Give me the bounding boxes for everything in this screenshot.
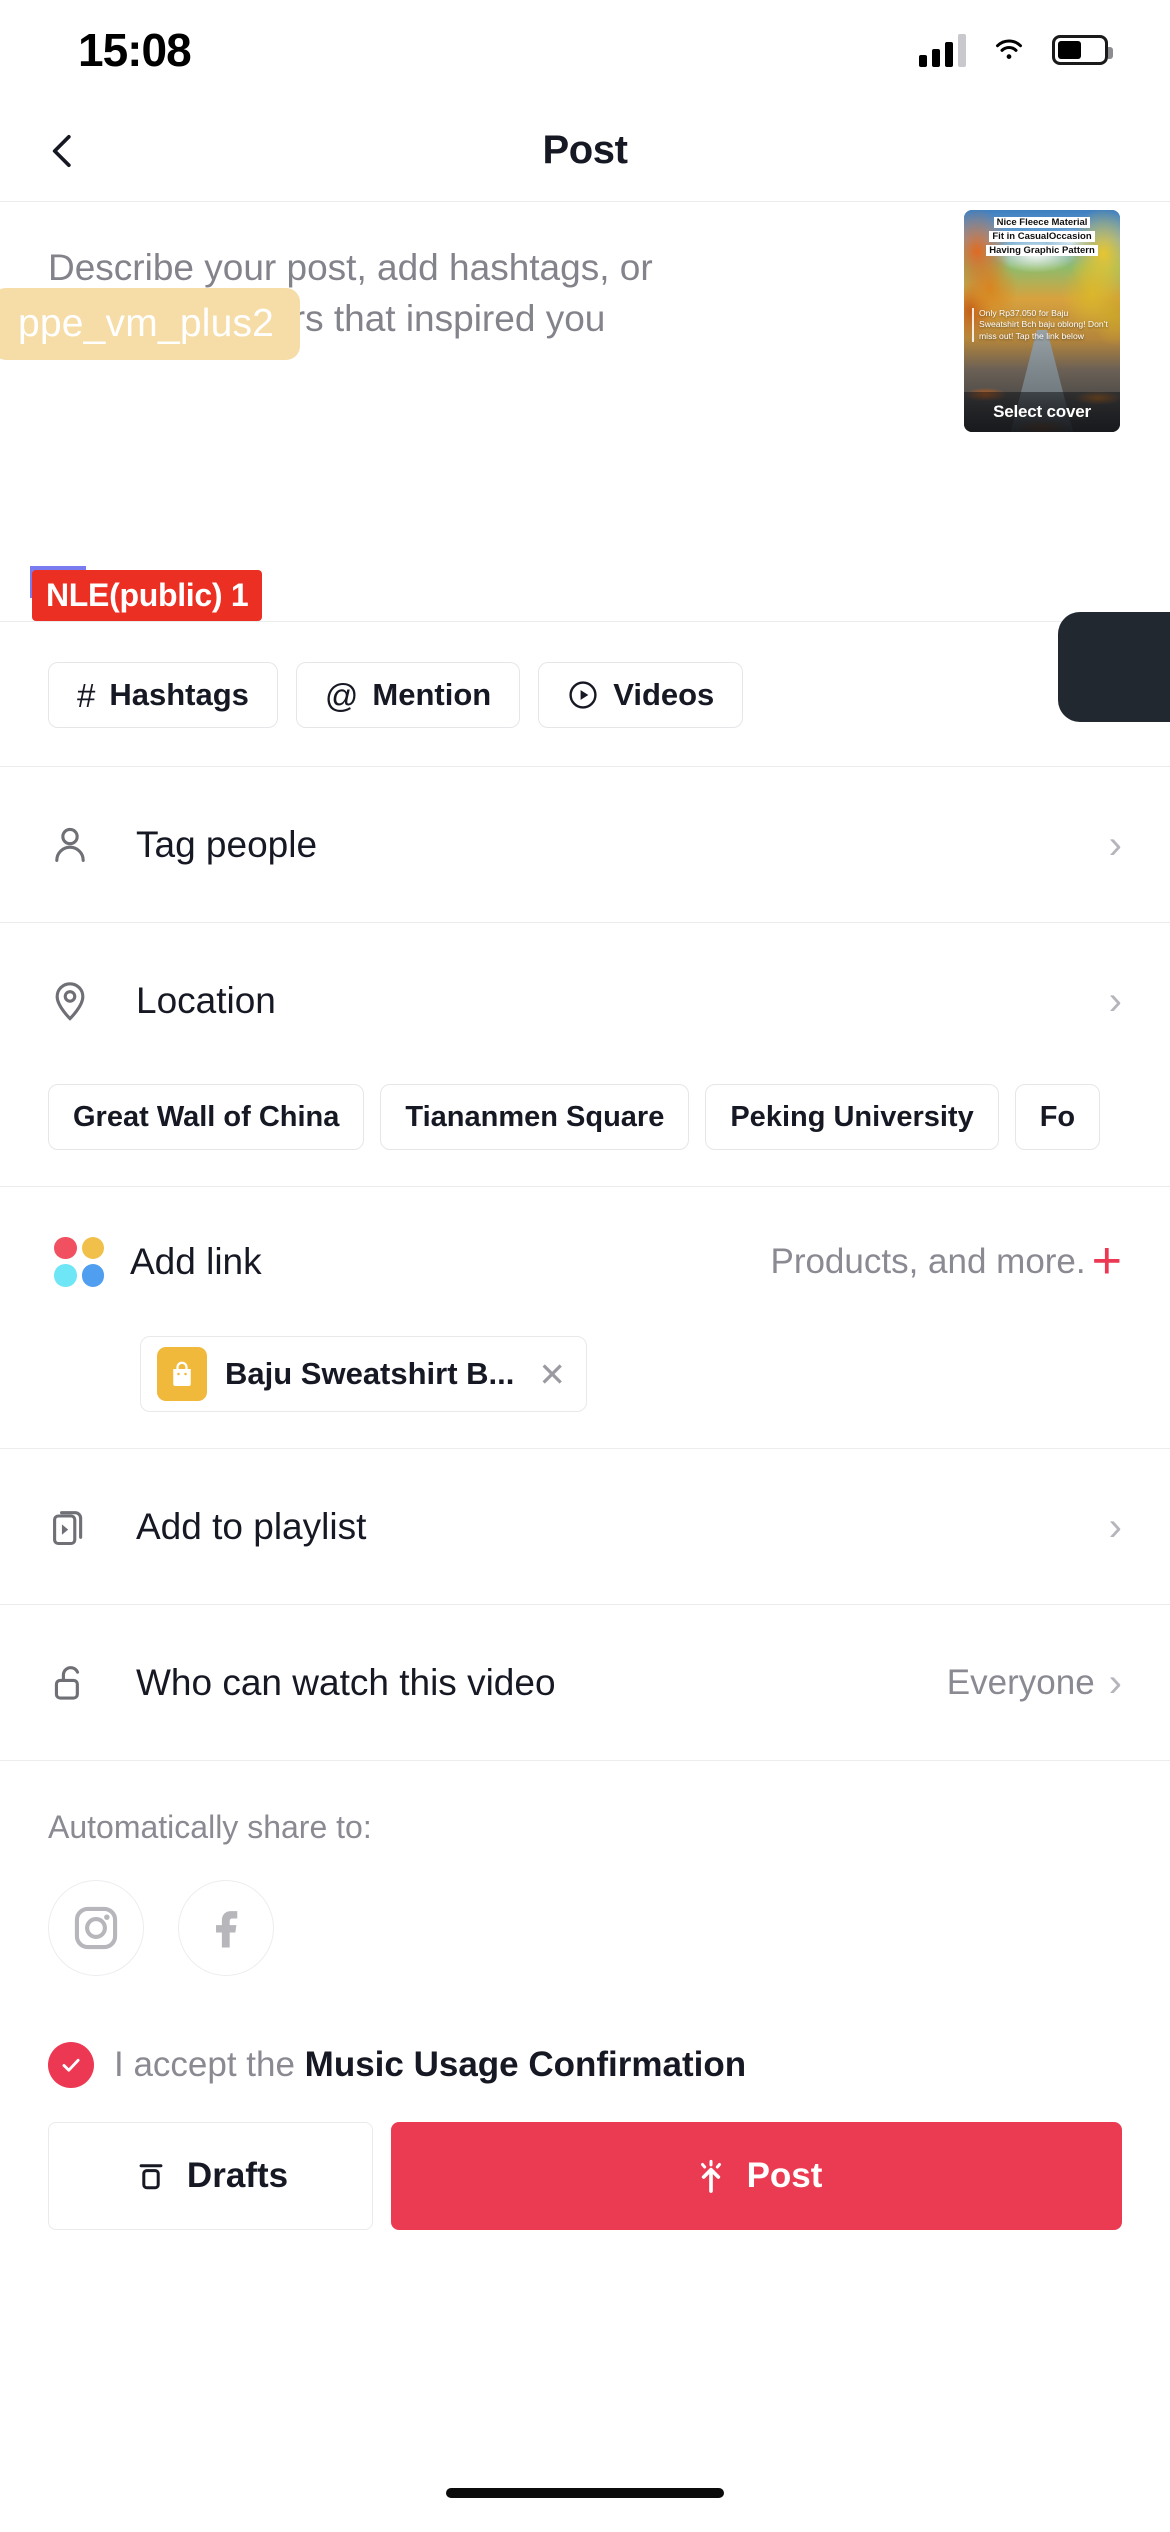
hashtags-button[interactable]: # Hashtags	[48, 662, 278, 728]
drafts-icon	[133, 2158, 169, 2194]
music-usage-link[interactable]: Music Usage Confirmation	[305, 2045, 746, 2084]
chevron-right-icon: ›	[1109, 981, 1122, 1021]
status-indicators	[919, 33, 1108, 67]
post-button[interactable]: Post	[391, 2122, 1122, 2230]
status-bar: 15:08	[0, 0, 1170, 100]
dark-popover-tooltip	[1058, 612, 1170, 722]
tag-people-label: Tag people	[136, 824, 317, 866]
share-instagram-button[interactable]	[48, 1880, 144, 1976]
page-title: Post	[0, 128, 1170, 173]
play-circle-icon	[567, 679, 599, 711]
map-pin-icon	[48, 979, 110, 1023]
status-time: 15:08	[78, 23, 191, 77]
cover-overlay-line-2: Fit in CasualOccasion	[989, 231, 1094, 242]
add-to-playlist-label: Add to playlist	[136, 1506, 366, 1548]
check-circle-icon[interactable]	[48, 2042, 94, 2088]
at-mention-icon: @	[325, 679, 359, 712]
product-chip[interactable]: Baju Sweatshirt B... ✕	[140, 1336, 587, 1412]
back-button[interactable]	[28, 116, 98, 186]
drafts-button[interactable]: Drafts	[48, 2122, 373, 2230]
cover-overlay-line-3: Having Graphic Pattern	[986, 245, 1098, 256]
location-suggestion-chip[interactable]: Peking University	[705, 1084, 998, 1150]
auto-share-label: Automatically share to:	[48, 1809, 1122, 1846]
hashtag-icon: #	[77, 679, 95, 712]
add-link-label: Add link	[130, 1241, 262, 1283]
plus-icon[interactable]: +	[1092, 1243, 1122, 1279]
share-facebook-button[interactable]	[178, 1880, 274, 1976]
add-link-hint: Products, and more.	[770, 1242, 1085, 1282]
person-icon	[48, 823, 110, 867]
description-section[interactable]: Describe your post, add hashtags, or men…	[0, 202, 1170, 622]
location-suggestions: Great Wall of China Tiananmen Square Pek…	[0, 1078, 1170, 1186]
cover-preview[interactable]: Nice Fleece Material Fit in CasualOccasi…	[964, 210, 1120, 432]
music-usage-prefix: I accept the	[114, 2045, 305, 2084]
page-header: Post	[0, 100, 1170, 202]
auto-share-section: Automatically share to:	[0, 1760, 1170, 1976]
cover-overlay-text: Nice Fleece Material Fit in CasualOccasi…	[968, 216, 1116, 257]
videos-button[interactable]: Videos	[538, 662, 743, 728]
mention-tag-chip[interactable]: ppe_vm_plus2	[0, 288, 300, 360]
post-arrow-icon	[691, 2156, 731, 2196]
select-cover-button[interactable]: Select cover	[964, 392, 1120, 432]
location-suggestion-chip[interactable]: Tiananmen Square	[380, 1084, 689, 1150]
hashtags-label: Hashtags	[109, 677, 249, 713]
unlock-icon	[48, 1661, 110, 1705]
signal-bars-icon	[919, 33, 966, 67]
wifi-icon	[990, 35, 1028, 65]
mention-label: Mention	[372, 677, 491, 713]
auto-share-icons	[48, 1880, 1122, 1976]
bottom-action-bar: Drafts Post	[0, 2088, 1170, 2230]
chevron-right-icon: ›	[1109, 1507, 1122, 1547]
add-link-row[interactable]: Add link Products, and more. +	[0, 1186, 1170, 1336]
battery-icon	[1052, 35, 1108, 65]
linked-product-row: Baju Sweatshirt B... ✕	[0, 1336, 1170, 1448]
mention-button[interactable]: @ Mention	[296, 662, 520, 728]
drafts-label: Drafts	[187, 2156, 288, 2196]
videos-label: Videos	[613, 677, 714, 713]
post-label: Post	[747, 2156, 823, 2196]
home-indicator	[446, 2488, 724, 2498]
chevron-right-icon: ›	[1109, 825, 1122, 865]
instagram-icon	[70, 1902, 122, 1954]
music-usage-text: I accept the Music Usage Confirmation	[114, 2045, 746, 2085]
playlist-video-icon	[48, 1505, 110, 1549]
nle-public-badge: NLE(public) 1	[32, 570, 262, 621]
location-suggestion-chip[interactable]: Fo	[1015, 1084, 1100, 1150]
privacy-row[interactable]: Who can watch this video Everyone ›	[0, 1604, 1170, 1760]
facebook-icon	[200, 1902, 252, 1954]
privacy-label: Who can watch this video	[136, 1662, 556, 1704]
product-name: Baju Sweatshirt B...	[225, 1356, 514, 1392]
shopping-bag-icon	[157, 1347, 207, 1401]
tag-people-row[interactable]: Tag people ›	[0, 766, 1170, 922]
add-to-playlist-row[interactable]: Add to playlist ›	[0, 1448, 1170, 1604]
privacy-value: Everyone	[947, 1663, 1095, 1703]
cover-caption-text: Only Rp37.050 for Baju Sweatshirt Bch ba…	[972, 308, 1108, 342]
chevron-right-icon: ›	[1109, 1663, 1122, 1703]
close-icon[interactable]: ✕	[538, 1355, 566, 1394]
cover-overlay-line-1: Nice Fleece Material	[994, 217, 1091, 228]
quick-actions-row: # Hashtags @ Mention Videos	[0, 622, 1170, 766]
location-label: Location	[136, 980, 276, 1022]
music-usage-row[interactable]: I accept the Music Usage Confirmation	[0, 1976, 1170, 2088]
back-chevron-icon	[43, 131, 83, 171]
location-row[interactable]: Location ›	[0, 922, 1170, 1078]
four-color-dots-icon	[54, 1237, 104, 1287]
location-suggestion-chip[interactable]: Great Wall of China	[48, 1084, 364, 1150]
